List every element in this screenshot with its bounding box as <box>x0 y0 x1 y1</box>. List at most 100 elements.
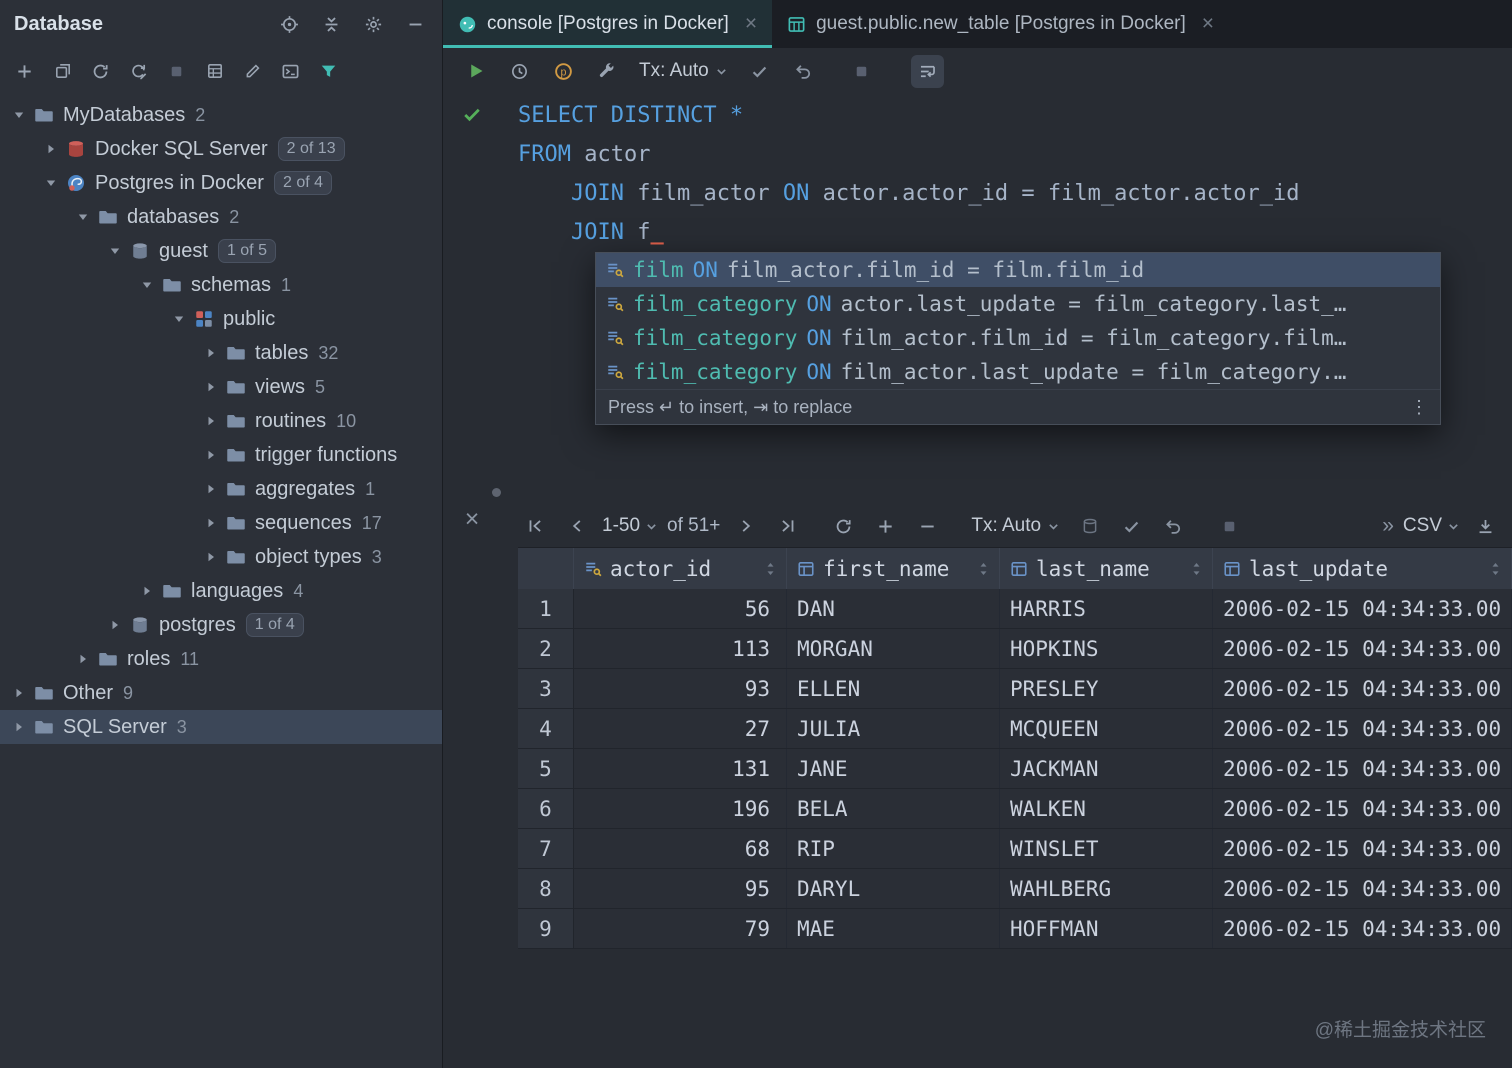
cell-first-name[interactable]: MORGAN <box>787 629 1000 668</box>
scrollbar-thumb[interactable] <box>492 488 501 497</box>
tree-item-databases[interactable]: databases2 <box>0 200 442 234</box>
row-number[interactable]: 9 <box>518 909 574 948</box>
close-icon[interactable]: × <box>745 12 757 36</box>
refresh-button[interactable] <box>84 55 117 88</box>
row-range-dropdown[interactable]: 1-50 <box>602 515 658 537</box>
tree-item-object-types[interactable]: object types3 <box>0 540 442 574</box>
row-number[interactable]: 8 <box>518 869 574 908</box>
cell-last-name[interactable]: HARRIS <box>1000 589 1213 628</box>
export-format-dropdown[interactable]: CSV <box>1403 515 1460 537</box>
next-page-button[interactable] <box>729 510 762 543</box>
tree-item-postgres-in-docker[interactable]: Postgres in Docker2 of 4 <box>0 166 442 200</box>
execution-history-button[interactable] <box>503 55 536 88</box>
cell-last-update[interactable]: 2006-02-15 04:34:33.00 <box>1213 909 1512 948</box>
tab-console[interactable]: console [Postgres in Docker] × <box>443 0 772 48</box>
tree-item-public[interactable]: public <box>0 302 442 336</box>
tree-item-sequences[interactable]: sequences17 <box>0 506 442 540</box>
console-button[interactable] <box>274 55 307 88</box>
chevron-right-icon[interactable] <box>102 617 128 633</box>
close-results-button[interactable]: × <box>458 505 486 533</box>
previous-page-button[interactable] <box>560 510 593 543</box>
cell-first-name[interactable]: DAN <box>787 589 1000 628</box>
chevron-right-icon[interactable] <box>134 583 160 599</box>
cell-first-name[interactable]: MAE <box>787 909 1000 948</box>
settings-button[interactable] <box>591 55 624 88</box>
chevron-right-icon[interactable] <box>38 141 64 157</box>
postgres-session-button[interactable]: p <box>547 55 580 88</box>
table-row[interactable]: 979MAEHOFFMAN2006-02-15 04:34:33.00 <box>518 909 1512 949</box>
chevron-down-icon[interactable] <box>70 209 96 225</box>
table-button[interactable] <box>198 55 231 88</box>
tree-item-guest[interactable]: guest1 of 5 <box>0 234 442 268</box>
chevron-down-icon[interactable] <box>134 277 160 293</box>
tree-item-views[interactable]: views5 <box>0 370 442 404</box>
chevron-right-icon[interactable] <box>198 413 224 429</box>
first-page-button[interactable] <box>518 510 551 543</box>
edit-button[interactable] <box>236 55 269 88</box>
run-button[interactable] <box>459 55 492 88</box>
stop-button[interactable] <box>845 55 878 88</box>
tree-item-routines[interactable]: routines10 <box>0 404 442 438</box>
completion-item[interactable]: film_category ON film_actor.film_id = fi… <box>596 321 1440 355</box>
filter-button[interactable] <box>312 55 345 88</box>
row-number[interactable]: 3 <box>518 669 574 708</box>
tree-item-mydatabases[interactable]: MyDatabases2 <box>0 98 442 132</box>
tree-item-trigger-functions[interactable]: trigger functions <box>0 438 442 472</box>
table-row[interactable]: 156DANHARRIS2006-02-15 04:34:33.00 <box>518 589 1512 629</box>
cell-last-name[interactable]: PRESLEY <box>1000 669 1213 708</box>
cell-last-name[interactable]: HOPKINS <box>1000 629 1213 668</box>
results-stop-button[interactable] <box>1213 510 1246 543</box>
chevron-right-icon[interactable] <box>198 549 224 565</box>
last-page-button[interactable] <box>771 510 804 543</box>
chevron-right-icon[interactable] <box>70 651 96 667</box>
cell-last-name[interactable]: WAHLBERG <box>1000 869 1213 908</box>
cell-last-update[interactable]: 2006-02-15 04:34:33.00 <box>1213 829 1512 868</box>
collapse-all-button[interactable] <box>318 11 344 37</box>
chevron-right-icon[interactable] <box>198 345 224 361</box>
cell-actor-id[interactable]: 27 <box>574 709 787 748</box>
cell-last-update[interactable]: 2006-02-15 04:34:33.00 <box>1213 629 1512 668</box>
column-header-first-name[interactable]: first_name <box>787 548 1000 589</box>
chevron-right-icon[interactable] <box>198 515 224 531</box>
tree-item-languages[interactable]: languages4 <box>0 574 442 608</box>
tx-mode-dropdown[interactable]: Tx: Auto <box>635 60 732 82</box>
cell-last-name[interactable]: MCQUEEN <box>1000 709 1213 748</box>
chevron-right-icon[interactable] <box>6 685 32 701</box>
hide-button[interactable] <box>402 11 428 37</box>
reload-page-button[interactable] <box>827 510 860 543</box>
cell-actor-id[interactable]: 68 <box>574 829 787 868</box>
table-row[interactable]: 427JULIAMCQUEEN2006-02-15 04:34:33.00 <box>518 709 1512 749</box>
close-icon[interactable]: × <box>1202 12 1214 36</box>
cell-last-update[interactable]: 2006-02-15 04:34:33.00 <box>1213 789 1512 828</box>
cell-first-name[interactable]: RIP <box>787 829 1000 868</box>
tree-item-postgres[interactable]: postgres1 of 4 <box>0 608 442 642</box>
cell-last-name[interactable]: HOFFMAN <box>1000 909 1213 948</box>
chevron-down-icon[interactable] <box>38 175 64 191</box>
cell-last-name[interactable]: WALKEN <box>1000 789 1213 828</box>
cell-actor-id[interactable]: 196 <box>574 789 787 828</box>
cell-actor-id[interactable]: 95 <box>574 869 787 908</box>
cell-last-update[interactable]: 2006-02-15 04:34:33.00 <box>1213 709 1512 748</box>
cell-last-name[interactable]: WINSLET <box>1000 829 1213 868</box>
tab-guest-public-new-table[interactable]: guest.public.new_table [Postgres in Dock… <box>772 0 1229 48</box>
more-toolbar-icon[interactable]: » <box>1382 514 1394 538</box>
submit-to-db-button[interactable] <box>1073 510 1106 543</box>
cell-actor-id[interactable]: 93 <box>574 669 787 708</box>
chevron-down-icon[interactable] <box>6 107 32 123</box>
cell-actor-id[interactable]: 113 <box>574 629 787 668</box>
cell-last-update[interactable]: 2006-02-15 04:34:33.00 <box>1213 869 1512 908</box>
table-row[interactable]: 393ELLENPRESLEY2006-02-15 04:34:33.00 <box>518 669 1512 709</box>
stop-button[interactable] <box>160 55 193 88</box>
column-header-last-name[interactable]: last_name <box>1000 548 1213 589</box>
target-button[interactable] <box>276 11 302 37</box>
table-row[interactable]: 895DARYLWAHLBERG2006-02-15 04:34:33.00 <box>518 869 1512 909</box>
tree-item-sql-server[interactable]: SQL Server3 <box>0 710 442 744</box>
cell-last-update[interactable]: 2006-02-15 04:34:33.00 <box>1213 669 1512 708</box>
cell-last-update[interactable]: 2006-02-15 04:34:33.00 <box>1213 749 1512 788</box>
commit-button[interactable] <box>743 55 776 88</box>
cell-first-name[interactable]: BELA <box>787 789 1000 828</box>
sort-arrows-icon[interactable] <box>765 560 776 578</box>
cell-last-name[interactable]: JACKMAN <box>1000 749 1213 788</box>
sort-arrows-icon[interactable] <box>1490 560 1501 578</box>
column-header-actor-id[interactable]: actor_id <box>574 548 787 589</box>
